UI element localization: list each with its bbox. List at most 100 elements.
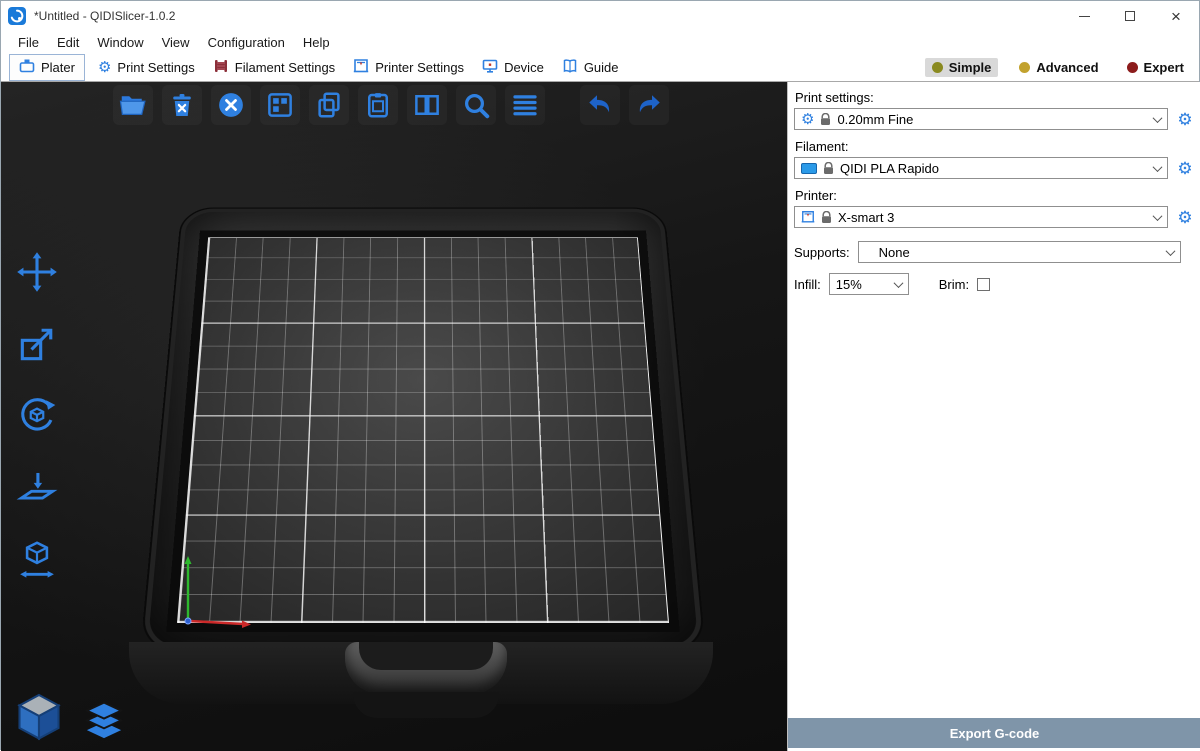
tab-guide[interactable]: Guide <box>553 55 628 80</box>
search-button[interactable] <box>456 85 496 125</box>
gear-icon: ⚙ <box>98 60 111 75</box>
editor-3d-view-button[interactable] <box>11 689 67 743</box>
arrange-button[interactable] <box>260 85 300 125</box>
simple-mode-dot-icon <box>932 62 943 73</box>
filament-combo[interactable]: QIDI PLA Rapido <box>794 157 1168 179</box>
infill-value: 15% <box>836 277 862 292</box>
tab-printer-settings[interactable]: Printer Settings <box>344 55 473 80</box>
paste-button[interactable] <box>358 85 398 125</box>
brim-checkbox[interactable] <box>977 278 990 291</box>
mode-expert[interactable]: Expert <box>1120 58 1191 77</box>
brim-label: Brim: <box>939 277 969 292</box>
menu-window[interactable]: Window <box>88 33 152 52</box>
menu-help[interactable]: Help <box>294 33 339 52</box>
printer-icon <box>353 58 369 77</box>
menu-edit[interactable]: Edit <box>48 33 88 52</box>
layers-stack-icon <box>81 699 127 743</box>
scale-icon <box>15 322 59 366</box>
menu-bar: File Edit Window View Configuration Help <box>1 31 1199 53</box>
minimize-icon <box>1079 16 1090 17</box>
tab-print-settings[interactable]: ⚙ Print Settings <box>89 57 204 78</box>
search-icon <box>461 90 491 120</box>
guide-book-icon <box>562 58 578 77</box>
redo-button[interactable] <box>629 85 669 125</box>
rotate-tool-button[interactable] <box>13 392 61 440</box>
bed-grid-surface <box>177 237 669 623</box>
menu-view[interactable]: View <box>153 33 199 52</box>
delete-all-button[interactable] <box>211 85 251 125</box>
mode-expert-label: Expert <box>1144 60 1184 75</box>
chevron-down-icon <box>893 278 903 288</box>
infill-combo[interactable]: 15% <box>829 273 909 295</box>
cube-3d-icon <box>11 689 67 743</box>
print-settings-label: Print settings: <box>795 90 1195 105</box>
maximize-icon <box>1125 11 1135 21</box>
close-icon: × <box>1171 8 1181 25</box>
mode-simple[interactable]: Simple <box>925 58 999 77</box>
gear-icon: ⚙ <box>801 112 814 127</box>
tab-bar: Plater ⚙ Print Settings Filament Setting… <box>1 53 1199 82</box>
export-gcode-button[interactable]: Export G-code <box>788 718 1200 748</box>
supports-value: None <box>865 245 910 260</box>
print-settings-value: 0.20mm Fine <box>837 112 913 127</box>
variable-layer-height-button[interactable] <box>505 85 545 125</box>
tab-guide-label: Guide <box>584 60 619 75</box>
filament-color-swatch <box>801 163 817 174</box>
printer-value: X-smart 3 <box>838 210 894 225</box>
chevron-down-icon <box>1153 113 1163 123</box>
title-bar: *Untitled - QIDISlicer-1.0.2 × <box>1 1 1199 31</box>
plater-3d-viewport[interactable] <box>1 82 787 751</box>
tab-filament-settings-label: Filament Settings <box>235 60 335 75</box>
maximize-button[interactable] <box>1107 1 1153 31</box>
gear-icon: ⚙ <box>1177 208 1192 227</box>
menu-configuration[interactable]: Configuration <box>199 33 294 52</box>
place-on-face-tool-button[interactable] <box>13 464 61 512</box>
preview-layers-view-button[interactable] <box>81 699 127 743</box>
print-settings-combo[interactable]: ⚙ 0.20mm Fine <box>794 108 1168 130</box>
mode-simple-label: Simple <box>949 60 992 75</box>
printer-label: Printer: <box>795 188 1195 203</box>
menu-file[interactable]: File <box>9 33 48 52</box>
mode-advanced[interactable]: Advanced <box>1012 58 1105 77</box>
trash-icon <box>167 90 197 120</box>
tab-device[interactable]: Device <box>473 55 553 80</box>
app-logo-icon <box>8 7 26 25</box>
tab-print-settings-label: Print Settings <box>117 60 194 75</box>
close-button[interactable]: × <box>1153 1 1199 31</box>
print-settings-gear-button[interactable]: ⚙ <box>1175 111 1195 128</box>
tab-plater[interactable]: Plater <box>9 54 85 81</box>
minimize-button[interactable] <box>1061 1 1107 31</box>
view-toggle <box>11 689 127 743</box>
move-tool-button[interactable] <box>13 248 61 296</box>
split-button[interactable] <box>407 85 447 125</box>
filament-label: Filament: <box>795 139 1195 154</box>
printer-combo[interactable]: X-smart 3 <box>794 206 1168 228</box>
plater-icon <box>19 58 35 77</box>
printer-gear-button[interactable]: ⚙ <box>1175 209 1195 226</box>
scale-tool-button[interactable] <box>13 320 61 368</box>
undo-button[interactable] <box>580 85 620 125</box>
infill-label: Infill: <box>794 277 821 292</box>
filament-value: QIDI PLA Rapido <box>840 161 939 176</box>
lock-icon <box>820 113 831 126</box>
gear-icon: ⚙ <box>1177 110 1192 129</box>
lock-icon <box>821 211 832 224</box>
build-plate-handle-tab <box>353 692 499 718</box>
paste-icon <box>363 90 393 120</box>
supports-combo[interactable]: None <box>858 241 1181 263</box>
measure-tool-button[interactable] <box>13 536 61 584</box>
copy-button[interactable] <box>309 85 349 125</box>
filament-gear-button[interactable]: ⚙ <box>1175 160 1195 177</box>
add-object-button[interactable] <box>113 85 153 125</box>
tab-filament-settings[interactable]: Filament Settings <box>204 55 344 80</box>
copy-icon <box>314 90 344 120</box>
delete-button[interactable] <box>162 85 202 125</box>
gizmo-toolbar <box>13 248 61 584</box>
tab-printer-settings-label: Printer Settings <box>375 60 464 75</box>
chevron-down-icon <box>1153 211 1163 221</box>
redo-icon <box>634 90 664 120</box>
filament-spool-icon <box>213 58 229 77</box>
bed-scene <box>133 82 713 682</box>
tab-plater-label: Plater <box>41 60 75 75</box>
window-title: *Untitled - QIDISlicer-1.0.2 <box>34 9 175 23</box>
